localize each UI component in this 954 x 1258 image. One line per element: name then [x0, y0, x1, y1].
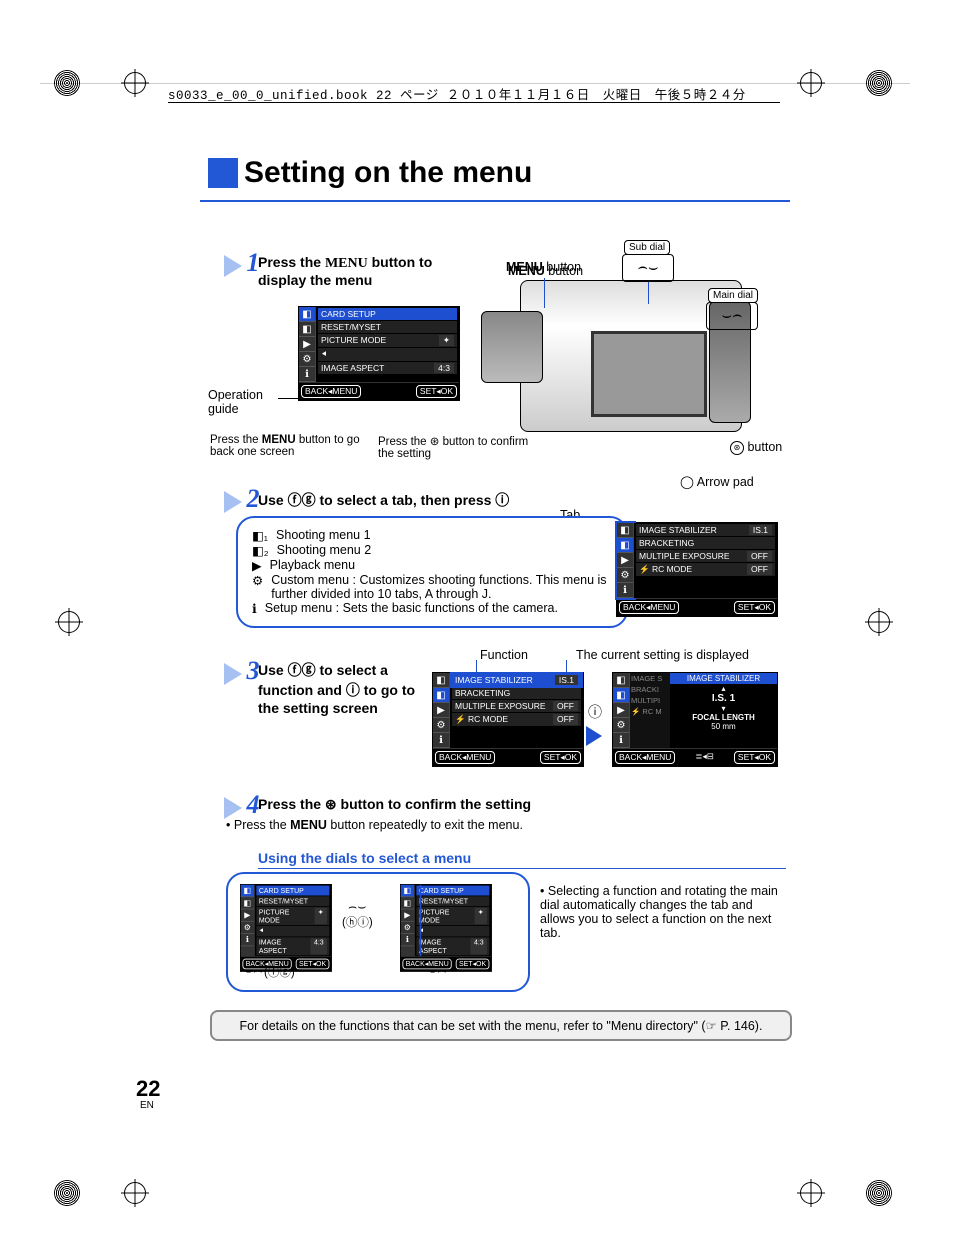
page-lang: EN	[140, 1100, 154, 1111]
step1-lcd: ◧◧▶⚙ℹ CARD SETUP RESET/MYSET PICTURE MOD…	[298, 306, 460, 401]
sub-dial-icon: ⌢⌣	[348, 898, 366, 915]
sub-dial-icon: ⌢⌣	[622, 254, 674, 282]
title-marker-icon	[208, 158, 238, 188]
dials-box: ◧◧▶⚙ℹ CARD SETUP RESET/MYSET PICTURE MOD…	[226, 872, 530, 992]
step3-lcd-b: ◧◧▶⚙ℹ IMAGE S BRACKI MULTIPI ⚡ RC M IMAG…	[612, 672, 778, 767]
main-dial-icon: ⌣⌢	[244, 962, 262, 979]
callout-sub-dial: Sub dial	[624, 240, 670, 255]
main-dial-icon: ⌣⌢	[428, 962, 446, 979]
page-title: Setting on the menu	[244, 156, 532, 190]
dial-h-symbol: (ⓗⓘ)	[342, 914, 373, 930]
page-number: 22	[136, 1076, 160, 1102]
step2-heading: Use ⓕⓖ to select a tab, then press ⓘ	[258, 490, 509, 510]
arrow-right-icon	[586, 726, 602, 746]
dials-heading: Using the dials to select a menu	[258, 850, 786, 869]
callout-arrow-pad: ◯ Arrow pad	[680, 474, 754, 489]
callout-main-dial: Main dial	[708, 288, 758, 303]
step3-lcd-a: ◧◧▶⚙ℹ IMAGE STABILIZERIS.1 BRACKETING MU…	[432, 672, 584, 767]
frame-meta: s0033_e_00_0_unified.book 22 ページ ２０１０年１１…	[168, 84, 780, 103]
step4-heading: Press the ⊛ button to confirm the settin…	[258, 796, 531, 813]
dials-bullet: • Selecting a function and rotating the …	[540, 884, 780, 940]
footer-note: For details on the functions that can be…	[210, 1010, 792, 1041]
right-d-pad-icon: ⓘ	[588, 702, 602, 722]
step2-menu-types: ◧₁Shooting menu 1 ◧₂Shooting menu 2 ▶Pla…	[236, 516, 628, 628]
callout-menu-button-real: MENU button	[506, 260, 581, 274]
dial-v-symbol: (ⓕⓖ)	[264, 964, 295, 980]
callout-ok-button: ⊛ button	[730, 440, 782, 455]
step2-lcd: ◧◧▶⚙ℹ IMAGE STABILIZERIS.1 BRACKETING MU…	[616, 522, 778, 617]
step1-note-back: Press the MENU button to go back one scr…	[210, 434, 370, 458]
step4-bullet: • Press the MENU button repeatedly to ex…	[226, 818, 523, 832]
step3-heading: Use ⓕⓖ to select a function and ⓘ to go …	[258, 660, 428, 716]
main-dial-icon: ⌣⌢	[706, 302, 758, 330]
function-label: Function	[480, 648, 528, 662]
step1-heading: Press the MENU button to display the men…	[258, 254, 458, 288]
current-setting-label: The current setting is displayed	[576, 648, 749, 662]
operation-guide-label: Operation guide	[208, 388, 278, 416]
